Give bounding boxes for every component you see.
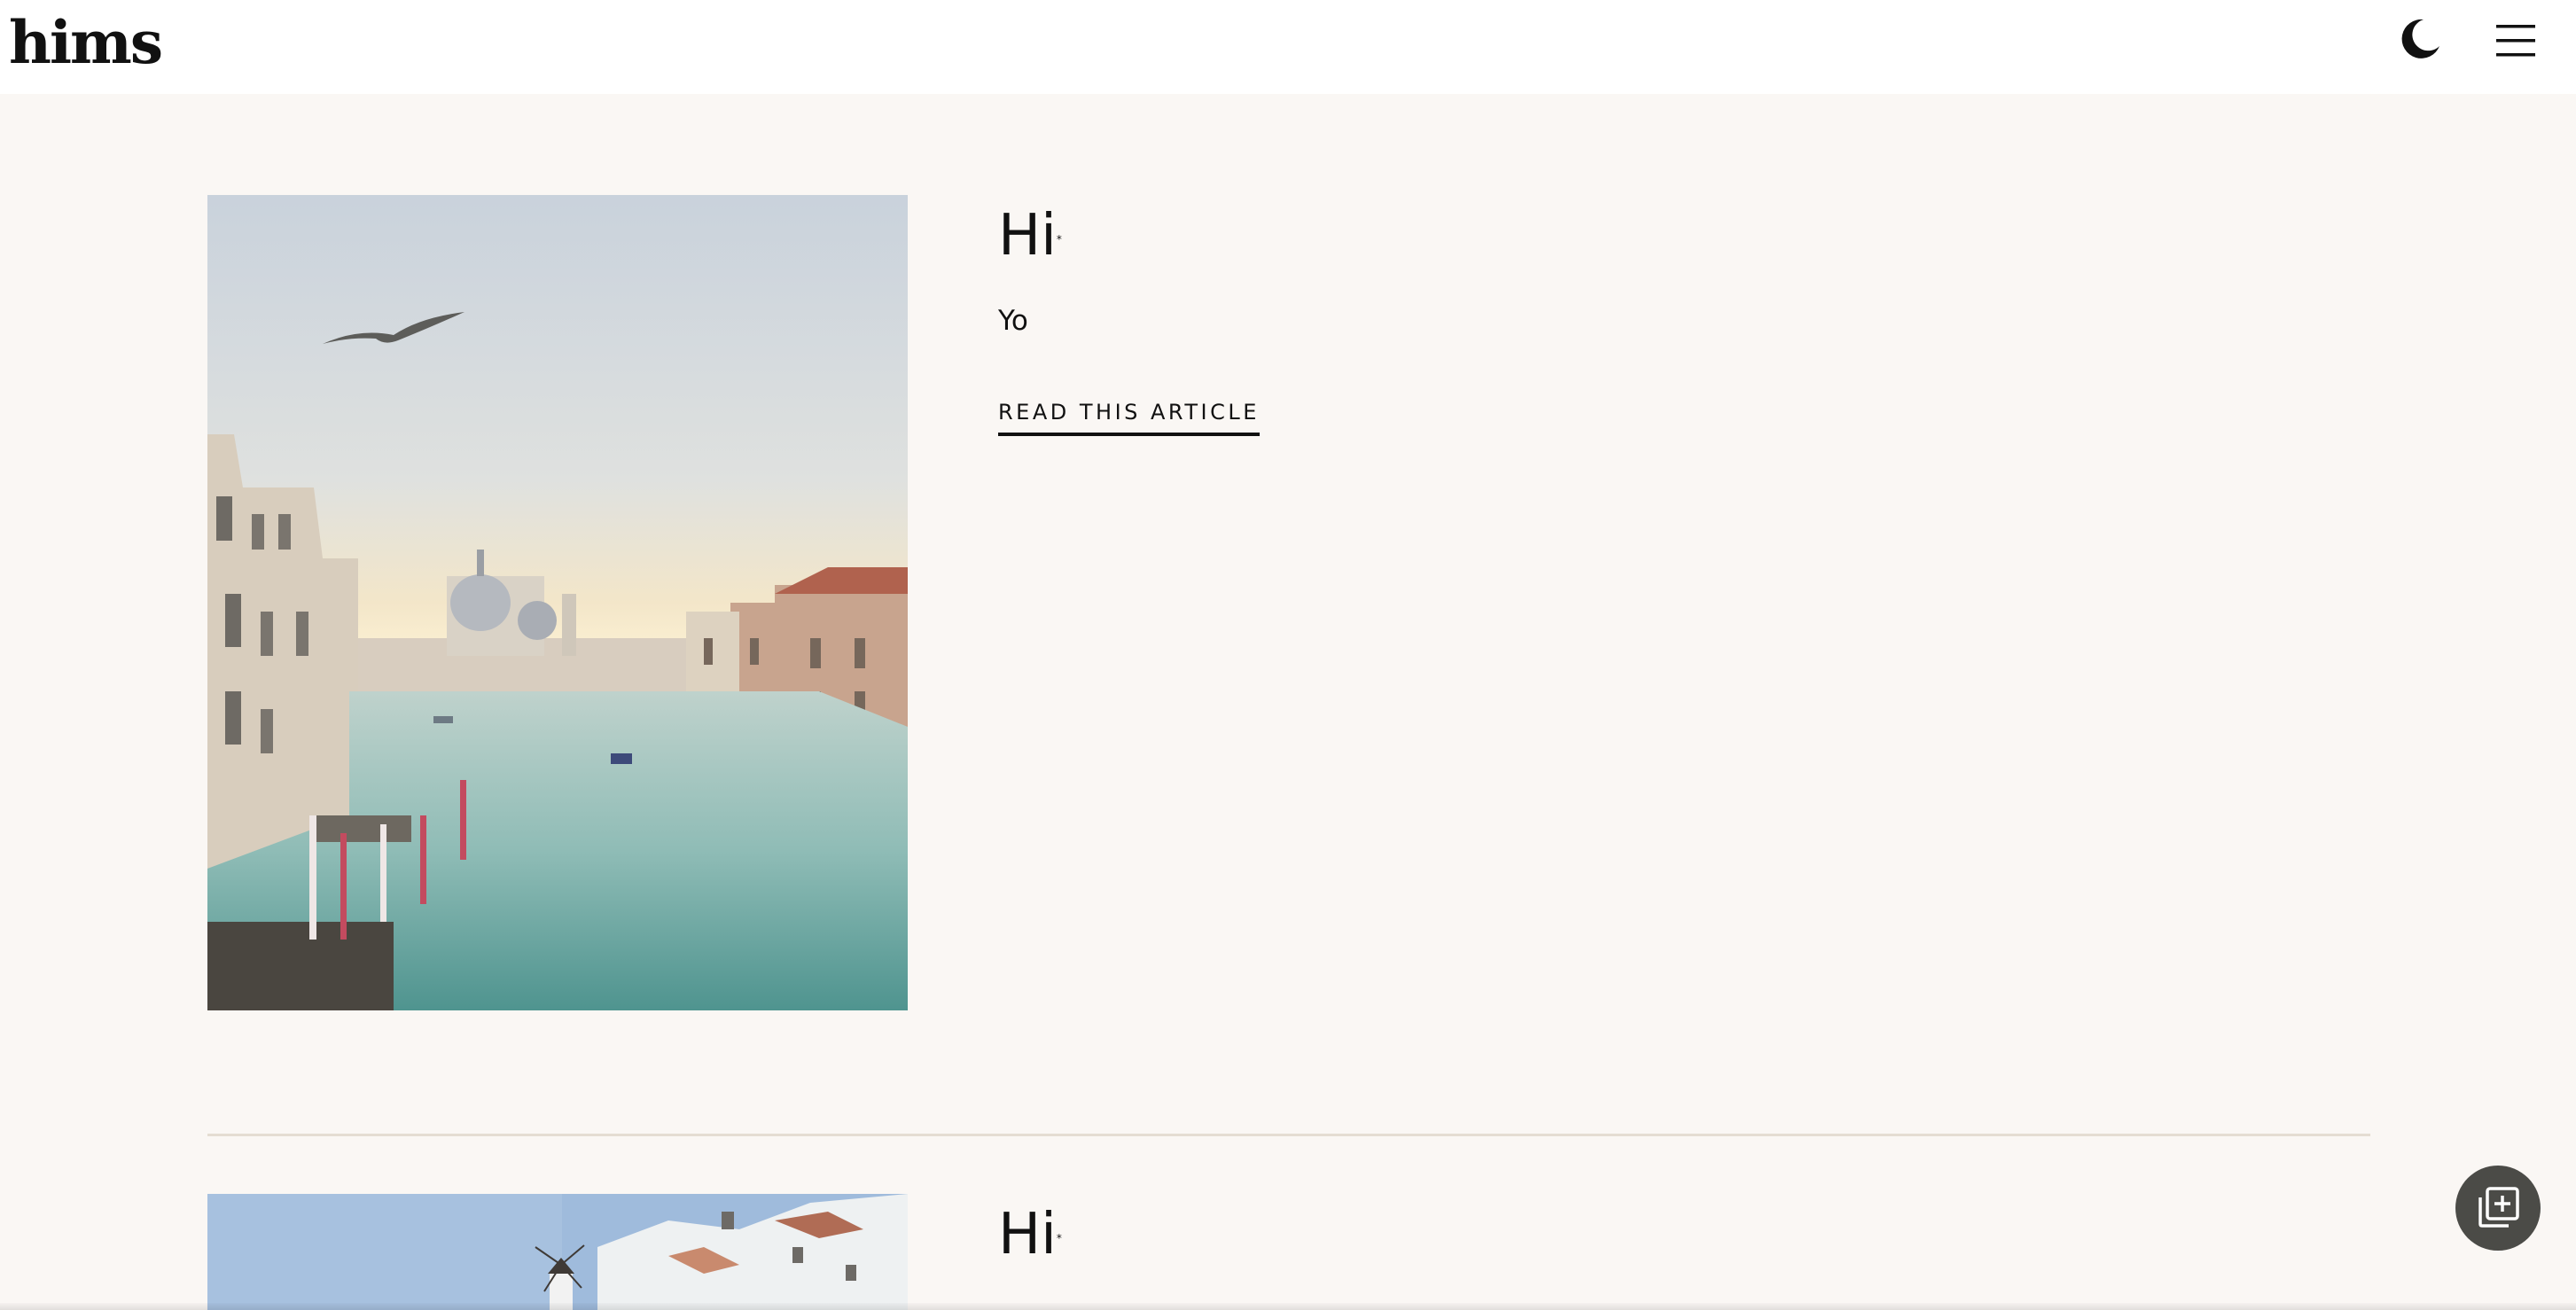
hamburger-menu-graphic bbox=[2496, 25, 2535, 57]
article-title-mark: * bbox=[1056, 1232, 1062, 1244]
article-title-text: Hi bbox=[998, 1202, 1057, 1267]
site-logo[interactable]: hims bbox=[9, 7, 163, 78]
read-article-link[interactable]: READ THIS ARTICLE bbox=[998, 399, 1260, 436]
article-subtitle: Yo bbox=[998, 305, 1028, 337]
article-title[interactable]: Hi* bbox=[998, 200, 1062, 271]
santorini-photo-graphic bbox=[207, 1194, 908, 1310]
site-header: hims bbox=[0, 0, 2576, 94]
moon-icon[interactable] bbox=[2393, 14, 2443, 64]
article-title-text: Hi bbox=[998, 203, 1057, 269]
venice-grand-canal-photo[interactable] bbox=[207, 195, 908, 1010]
add-to-collection-icon bbox=[2478, 1187, 2519, 1228]
article-divider bbox=[207, 1134, 2370, 1136]
santorini-village-photo[interactable] bbox=[207, 1194, 908, 1310]
page-bottom-shadow bbox=[0, 1303, 2576, 1310]
venice-photo-graphic bbox=[207, 195, 908, 1010]
article-title[interactable]: Hi* bbox=[998, 1199, 1062, 1270]
add-to-collection-button[interactable] bbox=[2455, 1166, 2541, 1251]
moon-icon-graphic bbox=[2401, 19, 2439, 58]
article-title-mark: * bbox=[1056, 233, 1062, 246]
hamburger-menu-icon[interactable] bbox=[2494, 19, 2539, 62]
